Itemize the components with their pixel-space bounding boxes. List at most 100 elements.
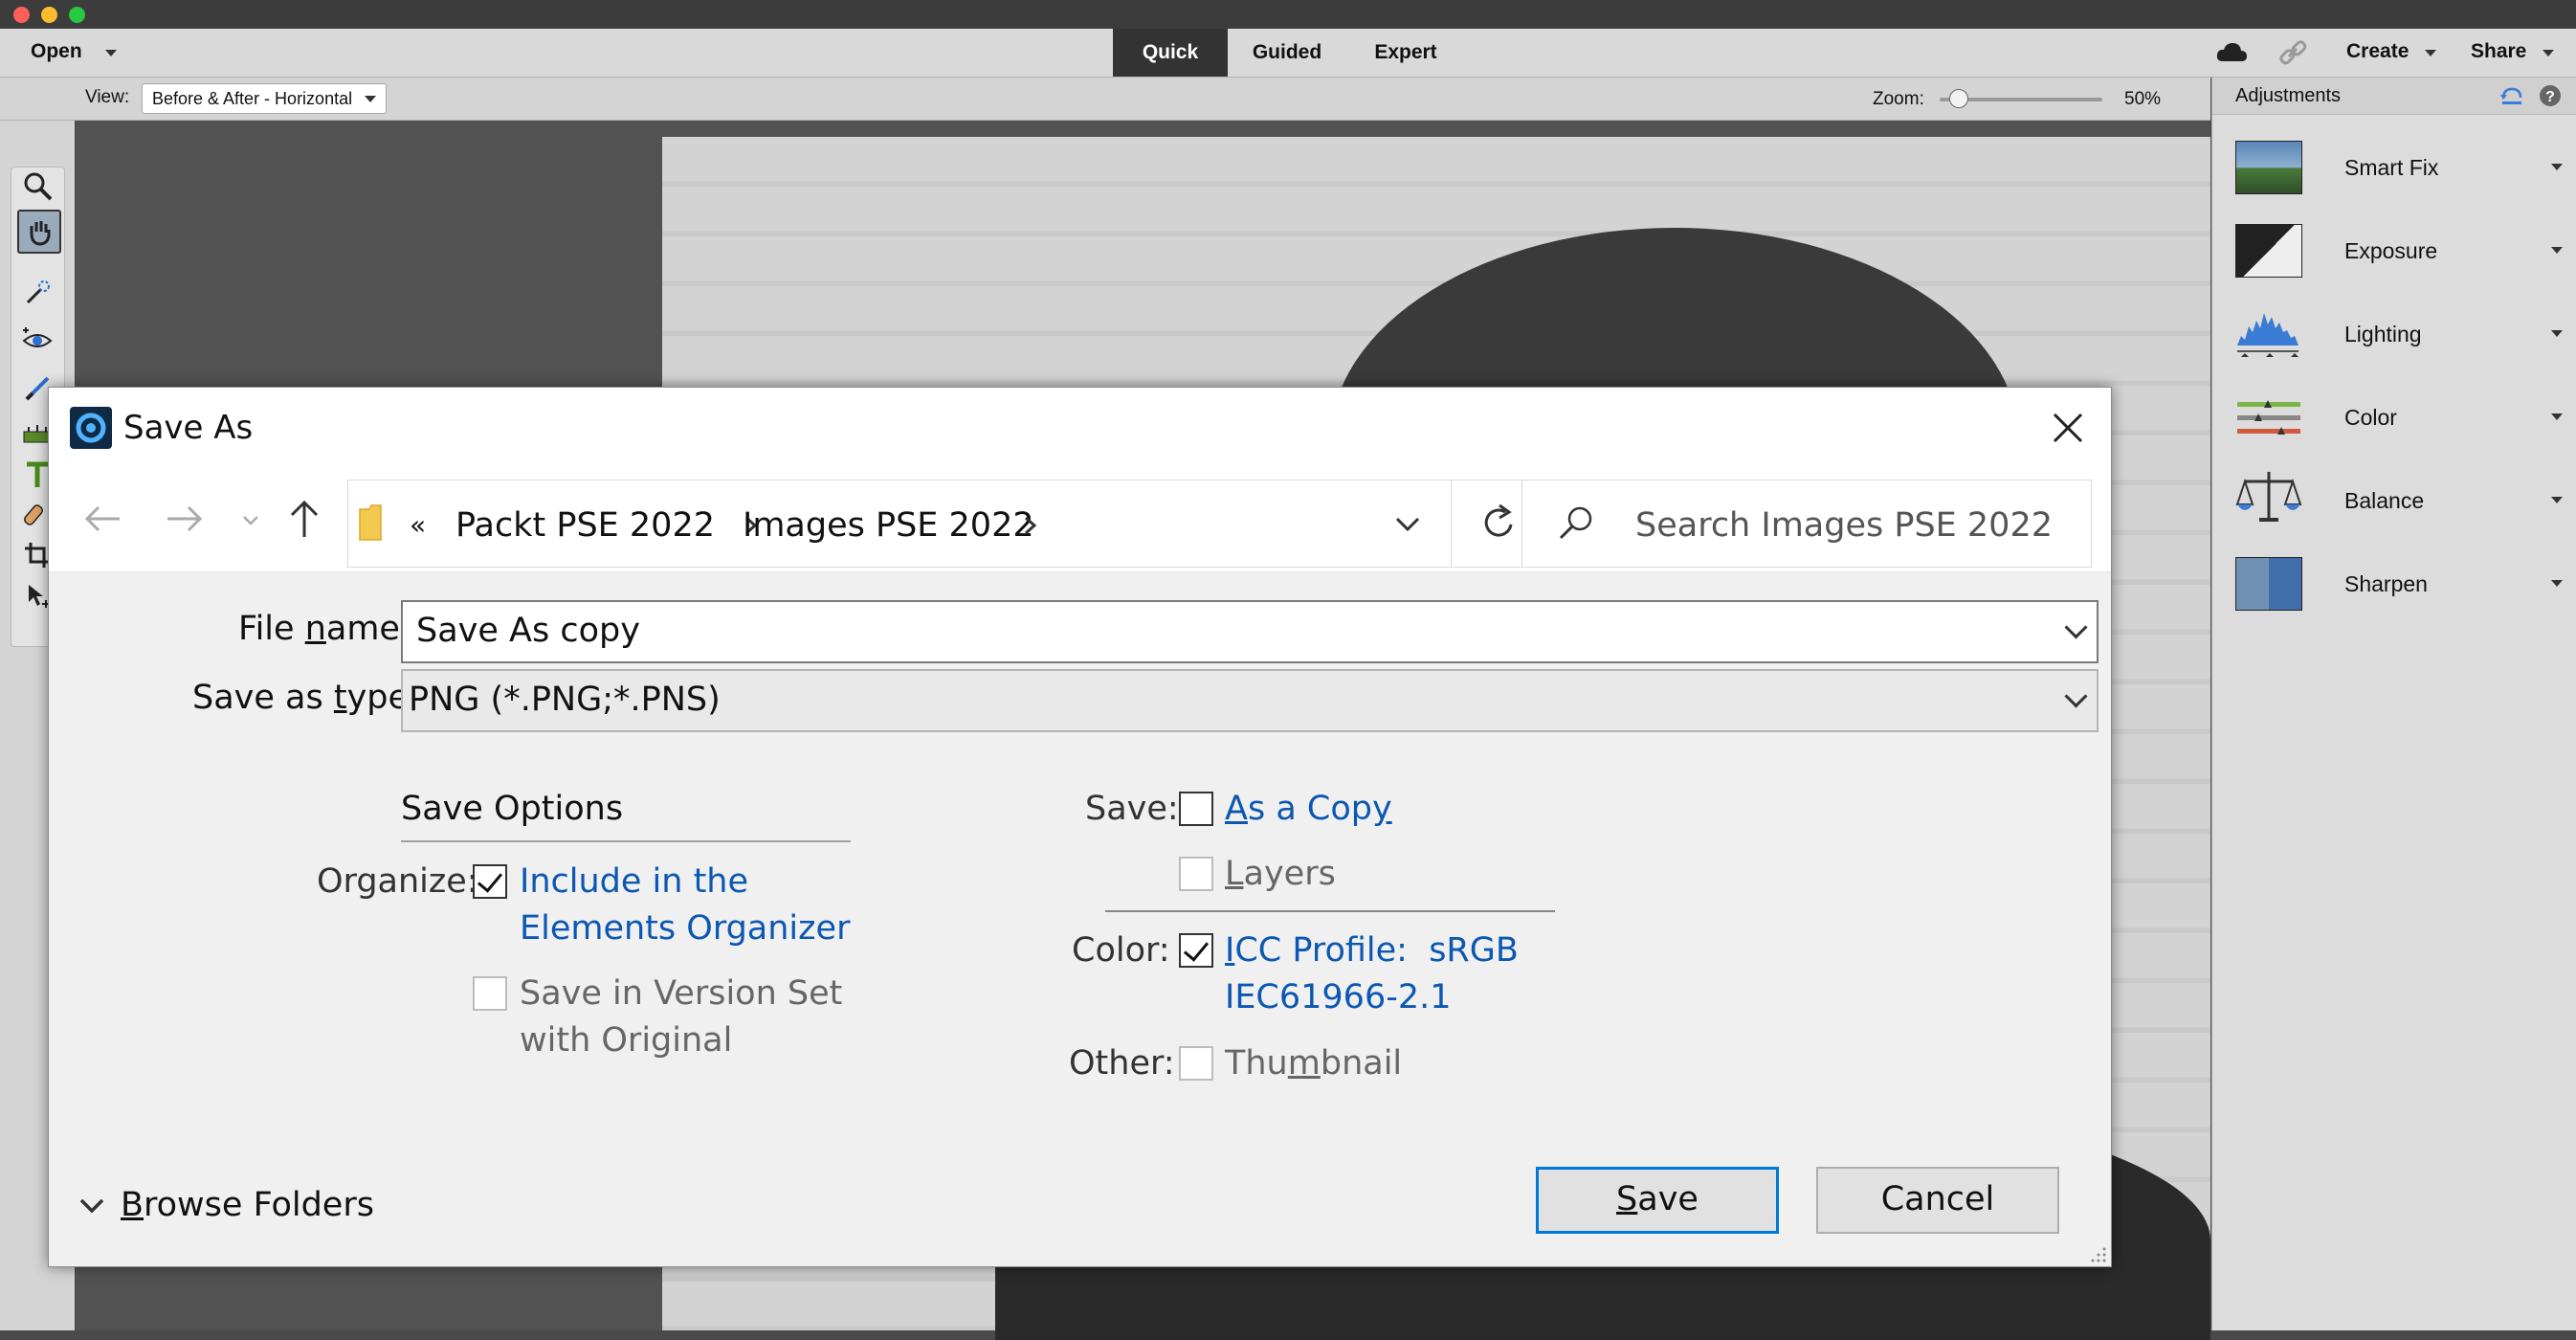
color-label: Color: xyxy=(1072,931,1170,970)
include-organizer-label-2[interactable]: Elements Organizer xyxy=(520,905,850,952)
dialog-titlebar: Save As xyxy=(49,388,2111,466)
tab-expert[interactable]: Expert xyxy=(1346,29,1465,77)
icc-profile-checkbox[interactable] xyxy=(1179,933,1213,968)
hand-tool-icon[interactable] xyxy=(17,210,61,254)
zoom-label: Zoom: xyxy=(1873,89,1924,109)
chevron-down-icon[interactable] xyxy=(2064,615,2088,639)
adjustment-sharpen[interactable]: Sharpen xyxy=(2212,544,2576,627)
save-button[interactable]: Save xyxy=(1536,1167,1779,1234)
help-icon[interactable]: ? xyxy=(2538,83,2563,108)
create-menu[interactable]: Create xyxy=(2346,40,2409,63)
thumbnail-checkbox[interactable] xyxy=(1179,1046,1213,1081)
chevron-down-icon[interactable] xyxy=(2064,684,2088,708)
version-set-checkbox[interactable] xyxy=(473,976,507,1011)
save-as-dialog: Save As « Packt PSE 2022 Images PSE 2022… xyxy=(48,387,2112,1267)
lighting-histogram-icon xyxy=(2237,313,2298,357)
divider xyxy=(1105,910,1555,912)
zoom-window-button[interactable] xyxy=(69,7,85,23)
dialog-title: Save As xyxy=(123,409,254,447)
resize-grip-icon[interactable] xyxy=(2087,1243,2108,1264)
adjustment-color[interactable]: Color xyxy=(2212,377,2576,460)
open-dropdown-icon[interactable] xyxy=(105,50,117,56)
file-name-field[interactable]: Save As copy xyxy=(401,600,2099,663)
share-menu[interactable]: Share xyxy=(2471,40,2526,63)
chevron-down-icon xyxy=(2551,330,2563,337)
search-input[interactable]: Search Images PSE 2022 xyxy=(1521,480,2092,568)
organize-label: Organize: xyxy=(317,862,478,901)
save-type-value: PNG (*.PNG;*.PNS) xyxy=(409,681,721,719)
save-options-heading: Save Options xyxy=(401,790,624,828)
adjustment-label: Sharpen xyxy=(2344,571,2428,596)
thumbnail-label[interactable]: Thumbnail xyxy=(1225,1040,1402,1087)
adjustment-lighting[interactable]: Lighting xyxy=(2212,294,2576,377)
options-bar: View: Before & After - Horizontal Zoom: … xyxy=(0,78,2210,121)
tab-quick[interactable]: Quick xyxy=(1113,29,1228,77)
minimize-window-button[interactable] xyxy=(41,7,57,23)
open-menu[interactable]: Open xyxy=(31,40,82,63)
back-arrow-icon[interactable] xyxy=(83,504,122,533)
as-a-copy-checkbox[interactable] xyxy=(1179,792,1213,826)
checkmark-icon xyxy=(1183,935,1210,962)
up-arrow-icon[interactable] xyxy=(288,499,321,539)
icc-profile-label[interactable]: ICC Profile: sRGB xyxy=(1225,927,1519,974)
color-sliders-icon xyxy=(2237,400,2300,435)
address-bar[interactable]: « Packt PSE 2022 Images PSE 2022 xyxy=(347,480,1498,568)
address-history-chevron-icon[interactable] xyxy=(1393,515,1422,534)
app-icon xyxy=(70,407,112,449)
chevron-right-icon[interactable] xyxy=(1023,515,1038,536)
adjustment-balance[interactable]: Balance xyxy=(2212,460,2576,544)
adjustment-label: Color xyxy=(2344,405,2397,430)
adjustment-smart-fix[interactable]: Smart Fix xyxy=(2212,127,2576,211)
folder-icon xyxy=(359,504,382,541)
reset-panel-icon[interactable] xyxy=(2499,85,2524,106)
zoom-slider-thumb[interactable] xyxy=(1949,89,1969,108)
chevron-down-icon xyxy=(2551,247,2563,254)
view-select[interactable]: Before & After - Horizontal xyxy=(142,83,387,114)
save-type-label: Save as type: xyxy=(192,679,420,717)
adjustment-label: Lighting xyxy=(2344,322,2422,346)
balance-scale-icon xyxy=(2235,472,2302,522)
recent-locations-chevron-icon[interactable] xyxy=(241,514,260,527)
other-label: Other: xyxy=(1069,1044,1175,1083)
breadcrumb-overflow[interactable]: « xyxy=(410,509,426,541)
close-window-button[interactable] xyxy=(13,7,30,23)
layers-checkbox[interactable] xyxy=(1179,857,1213,891)
tab-guided[interactable]: Guided xyxy=(1228,29,1346,77)
chevron-down-icon xyxy=(2551,580,2563,587)
share-dropdown-icon[interactable] xyxy=(2543,50,2554,56)
panel-title: Adjustments xyxy=(2235,85,2342,106)
chevron-down-icon xyxy=(2551,413,2563,420)
window-titlebar xyxy=(0,0,2576,29)
link-icon[interactable] xyxy=(2277,38,2308,67)
version-set-label[interactable]: Save in Version Set xyxy=(520,971,842,1017)
cloud-icon[interactable] xyxy=(2215,40,2248,65)
chevron-down-icon xyxy=(2551,497,2563,503)
save-label: Save: xyxy=(1085,790,1179,828)
include-organizer-label[interactable]: Include in the xyxy=(520,859,748,905)
cancel-button[interactable]: Cancel xyxy=(1816,1167,2059,1234)
file-name-value: Save As copy xyxy=(416,612,640,650)
forward-arrow-icon[interactable] xyxy=(166,504,204,533)
red-eye-tool-icon[interactable] xyxy=(17,321,57,361)
chevron-down-icon[interactable] xyxy=(78,1195,106,1217)
include-organizer-checkbox[interactable] xyxy=(473,864,507,899)
zoom-tool-icon[interactable] xyxy=(17,166,57,206)
zoom-value: 50% xyxy=(2124,89,2162,109)
save-type-select[interactable]: PNG (*.PNG;*.PNS) xyxy=(401,669,2099,732)
as-a-copy-label[interactable]: As a Copy xyxy=(1225,786,1392,833)
adjustment-exposure[interactable]: Exposure xyxy=(2212,211,2576,294)
icc-profile-label-2[interactable]: IEC61966-2.1 xyxy=(1225,974,1452,1021)
create-dropdown-icon[interactable] xyxy=(2425,50,2436,56)
svg-text:?: ? xyxy=(2545,89,2555,105)
close-icon[interactable] xyxy=(2047,407,2089,449)
view-dropdown-icon xyxy=(365,96,376,102)
browse-folders-toggle[interactable]: Browse Folders xyxy=(121,1186,374,1224)
exposure-icon xyxy=(2235,224,2302,278)
layers-label[interactable]: Layers xyxy=(1225,851,1336,898)
version-set-label-2[interactable]: with Original xyxy=(520,1017,732,1064)
breadcrumb-images-pse-2022[interactable]: Images PSE 2022 xyxy=(743,506,1034,545)
quick-selection-tool-icon[interactable] xyxy=(17,273,57,313)
breadcrumb-packt-pse-2022[interactable]: Packt PSE 2022 xyxy=(455,506,715,545)
adjustment-label: Balance xyxy=(2344,488,2425,513)
search-placeholder: Search Images PSE 2022 xyxy=(1635,506,2053,545)
